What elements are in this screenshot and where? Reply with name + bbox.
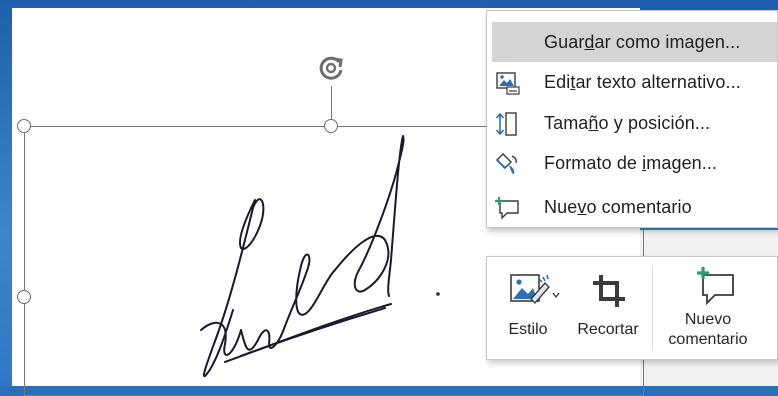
size-position-icon xyxy=(495,112,517,136)
menu-item-label: Tamaño y posición... xyxy=(544,112,711,133)
new-comment-toolbar-icon xyxy=(697,267,734,305)
mini-toolbar: Estilo Recortar Nuevo comentario xyxy=(486,256,778,360)
menu-item-edit-alt-text[interactable]: Editar texto alternativo... xyxy=(487,62,777,102)
new-comment-button[interactable]: Nuevo comentario xyxy=(653,257,777,361)
menu-item-save-as-picture[interactable]: Guardar como imagen... xyxy=(492,22,777,62)
picture-style-icon xyxy=(510,274,560,305)
menu-item-size-position[interactable]: Tamaño y posición... xyxy=(487,103,777,143)
new-comment-label-line1: Nuevo xyxy=(684,311,732,328)
format-picture-icon xyxy=(496,153,517,174)
new-comment-label-line2: comentario xyxy=(668,331,748,348)
signature-image[interactable] xyxy=(175,130,455,386)
menu-item-label: Editar texto alternativo... xyxy=(544,71,741,92)
save-image-icon xyxy=(493,30,521,56)
menu-item-label: Nuevo comentario xyxy=(544,196,692,217)
style-button[interactable]: Estilo xyxy=(493,257,573,361)
menu-item-label: Guardar como imagen... xyxy=(544,31,741,52)
resize-handle-top-left[interactable] xyxy=(17,119,31,133)
context-menu: Guardar como imagen... Editar texto alte… xyxy=(486,10,778,228)
style-label: Estilo xyxy=(508,321,548,338)
crop-label: Recortar xyxy=(577,321,639,338)
new-comment-icon xyxy=(495,197,519,220)
menu-item-new-comment[interactable]: Nuevo comentario xyxy=(487,187,777,227)
menu-item-label: Formato de imagen... xyxy=(544,152,718,173)
rotate-handle-icon[interactable] xyxy=(313,50,349,86)
menu-item-format-picture[interactable]: Formato de imagen... xyxy=(487,143,777,183)
alt-text-icon xyxy=(496,72,520,95)
resize-handle-middle-left[interactable] xyxy=(17,290,31,304)
crop-icon xyxy=(593,275,625,307)
crop-button[interactable]: Recortar xyxy=(567,257,649,361)
